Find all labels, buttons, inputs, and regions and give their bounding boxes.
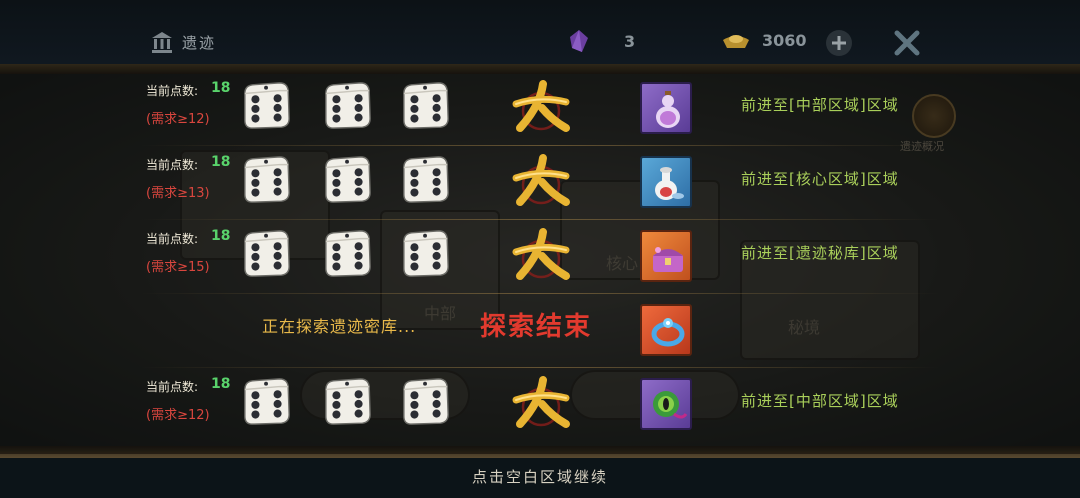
reward-item[interactable] <box>640 82 692 134</box>
requirement-text: (需求≥13) <box>146 186 210 201</box>
reward-item[interactable] <box>640 378 692 430</box>
ring-icon <box>651 318 685 347</box>
points-value: 18 <box>211 228 231 244</box>
die-six-icon <box>325 230 371 277</box>
close-button[interactable] <box>892 28 922 58</box>
big-result-icon <box>510 152 572 208</box>
temple-icon <box>152 32 172 53</box>
top-bar: 遗迹 3 3060 <box>0 0 1080 64</box>
points-value: 18 <box>211 154 231 170</box>
continue-hint[interactable]: 点击空白区域继续 <box>0 466 1080 487</box>
result-row: 当前点数: 18 (需求≥12) 前进至[中部区域]区域 <box>0 370 1080 440</box>
vase-icon <box>655 167 684 200</box>
die-six-icon <box>244 156 290 203</box>
die-six-icon <box>244 82 290 129</box>
requirement-text: (需求≥12) <box>146 408 210 423</box>
gem-count: 3 <box>624 31 636 51</box>
gold-ingot-icon <box>723 35 749 48</box>
treasure-chest-icon <box>653 247 683 272</box>
result-row: 当前点数: 18 (需求≥15) 前进至[遗迹秘库]区域 <box>0 222 1080 294</box>
big-result-icon <box>510 78 572 134</box>
points-label: 当前点数: <box>146 84 199 98</box>
points-label: 当前点数: <box>146 380 199 394</box>
points-value: 18 <box>211 376 231 392</box>
plus-icon <box>832 36 846 50</box>
destination-text: 前进至[核心区域]区域 <box>741 170 899 188</box>
die-six-icon <box>325 378 371 425</box>
eye-orb-icon <box>653 391 688 419</box>
gold-counter: 3060 <box>720 28 830 54</box>
destination-text: 前进至[遗迹秘库]区域 <box>741 244 899 262</box>
close-icon <box>894 30 920 56</box>
points-label: 当前点数: <box>146 232 199 246</box>
die-six-icon <box>244 230 290 277</box>
big-result-icon <box>510 374 572 430</box>
reward-item[interactable] <box>640 156 692 208</box>
row-divider <box>140 367 940 368</box>
die-six-icon <box>403 82 449 129</box>
requirement-text: (需求≥12) <box>146 112 210 127</box>
reward-item[interactable] <box>640 230 692 282</box>
add-gold-button[interactable] <box>826 30 852 56</box>
row-divider <box>140 293 940 294</box>
die-six-icon <box>403 378 449 425</box>
destination-text: 前进至[中部区域]区域 <box>741 96 899 114</box>
big-result-icon <box>510 226 572 282</box>
points-value: 18 <box>211 80 231 96</box>
reward-item[interactable] <box>640 304 692 356</box>
result-row: 当前点数: 18 (需求≥13) 前进至[核心区域]区域 <box>0 148 1080 220</box>
page-title: 遗迹 <box>182 33 217 52</box>
explore-end-text: 探索结束 <box>480 312 593 342</box>
die-six-icon <box>403 230 449 277</box>
row-divider <box>140 145 940 146</box>
points-label: 当前点数: <box>146 158 199 172</box>
requirement-text: (需求≥15) <box>146 260 210 275</box>
die-six-icon <box>325 82 371 129</box>
purple-crystal-icon <box>570 30 588 52</box>
explore-status-text: 正在探索遗迹密库... <box>262 317 417 336</box>
destination-text: 前进至[中部区域]区域 <box>741 392 899 410</box>
page-header: 遗迹 <box>150 30 216 54</box>
gold-count: 3060 <box>762 30 807 50</box>
row-divider <box>140 219 940 220</box>
die-six-icon <box>325 156 371 203</box>
die-six-icon <box>403 156 449 203</box>
die-six-icon <box>244 378 290 425</box>
potion-gourd-icon <box>656 91 680 128</box>
gem-counter: 3 <box>566 28 686 54</box>
result-row: 当前点数: 18 (需求≥12) 前进至[中部区域]区域 <box>0 74 1080 146</box>
